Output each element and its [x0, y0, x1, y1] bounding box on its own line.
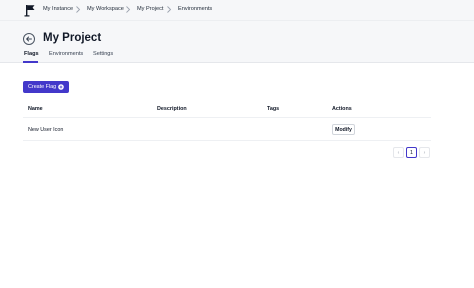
plus-circle-icon: [58, 84, 64, 90]
chevron-right-icon: [167, 6, 172, 13]
active-tab-indicator: [23, 61, 38, 63]
breadcrumb-project[interactable]: My Project: [137, 6, 163, 12]
top-bar: My Instance My Workspace My Project Envi…: [0, 0, 474, 21]
column-header-description: Description: [157, 106, 187, 112]
flag-logo-icon[interactable]: [24, 4, 36, 17]
breadcrumb-workspace[interactable]: My Workspace: [87, 6, 124, 12]
chevron-right-icon: [76, 6, 81, 13]
next-page-button[interactable]: ›: [419, 147, 430, 158]
tab-settings[interactable]: Settings: [93, 51, 113, 57]
page-title: My Project: [43, 32, 102, 44]
arrow-left-icon: [26, 36, 32, 42]
chevron-right-icon: [126, 6, 131, 13]
create-flag-label: Create Flag: [28, 84, 57, 90]
row-divider: [23, 140, 431, 141]
column-header-actions: Actions: [332, 106, 352, 112]
previous-page-button[interactable]: ‹: [393, 147, 404, 158]
tab-flags[interactable]: Flags: [24, 51, 39, 57]
header-divider: [23, 117, 431, 118]
current-page-button[interactable]: 1: [406, 147, 417, 158]
tab-environments[interactable]: Environments: [49, 51, 83, 57]
modify-button[interactable]: Modify: [332, 124, 355, 135]
page-header: My Project Flags Environments Settings: [0, 21, 474, 63]
breadcrumb-instance[interactable]: My Instance: [43, 6, 73, 12]
back-button[interactable]: [23, 33, 35, 45]
column-header-name: Name: [28, 106, 43, 112]
flag-name-cell[interactable]: New User Icon: [28, 127, 63, 133]
column-header-tags: Tags: [267, 106, 280, 112]
create-flag-button[interactable]: Create Flag: [23, 81, 69, 93]
breadcrumb-environments[interactable]: Environments: [178, 6, 212, 12]
